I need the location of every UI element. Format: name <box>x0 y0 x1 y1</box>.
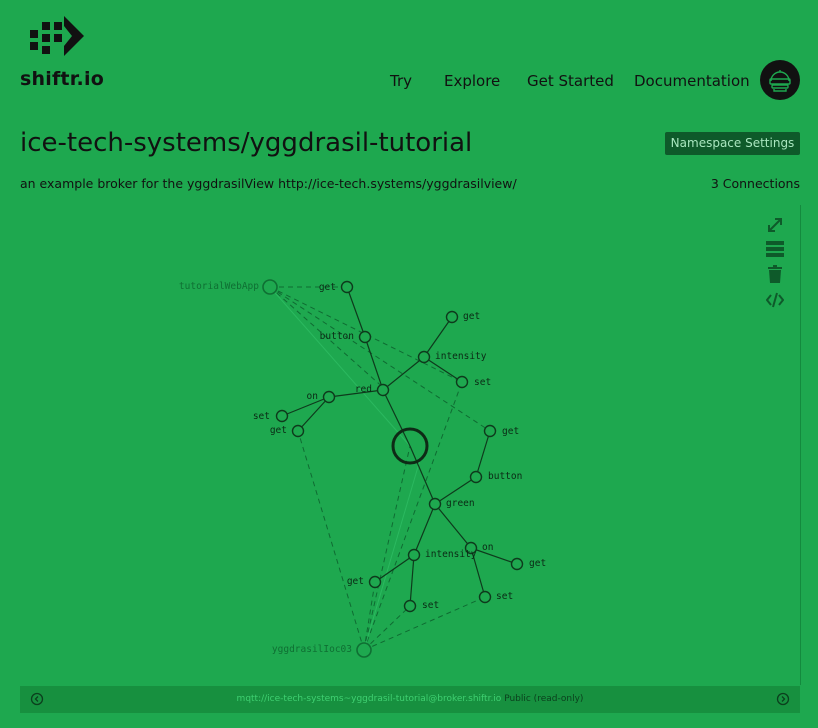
nav-try[interactable]: Try <box>390 72 412 90</box>
graph-canvas[interactable]: tutorialWebApp yggdrasilIoc03 get button… <box>20 205 800 685</box>
fullscreen-icon[interactable] <box>766 216 784 234</box>
topic-label: get <box>529 558 546 569</box>
topic-label: set <box>496 591 513 602</box>
client-label: tutorialWebApp <box>179 281 259 292</box>
broker-url[interactable]: mqtt://ice-tech-systems~yggdrasil-tutori… <box>237 694 502 704</box>
topic-label: set <box>422 600 439 611</box>
nav-get-started[interactable]: Get Started <box>527 72 614 90</box>
topic-label: get <box>270 425 287 436</box>
topic-label: intensity <box>435 351 487 362</box>
access-mode: Public (read-only) <box>504 694 584 704</box>
shiftr-logo-icon <box>30 16 84 56</box>
topic-label: on <box>307 391 318 402</box>
broker-footer: mqtt://ice-tech-systems~yggdrasil-tutori… <box>20 686 800 713</box>
topic-label: get <box>347 576 364 587</box>
topic-label: intensity <box>425 549 477 560</box>
topic-graph[interactable]: tutorialWebApp yggdrasilIoc03 get button… <box>20 205 801 685</box>
nav-explore[interactable]: Explore <box>444 72 500 90</box>
connections-count: 3 Connections <box>710 176 800 191</box>
client-label: yggdrasilIoc03 <box>272 644 352 655</box>
topic-label: get <box>319 282 336 293</box>
layout-list-icon[interactable] <box>766 240 784 258</box>
arrow-right-circle-icon[interactable] <box>776 692 790 706</box>
brand-logo[interactable]: shiftr.io <box>20 14 104 94</box>
topic-label: get <box>463 311 480 322</box>
embed-code-icon[interactable] <box>766 291 784 309</box>
namespace-description: an example broker for the yggdrasilView … <box>20 176 517 191</box>
client-node[interactable] <box>356 642 372 658</box>
topic-label: set <box>474 377 491 388</box>
topic-label: get <box>502 426 519 437</box>
nav-documentation[interactable]: Documentation <box>634 72 750 90</box>
topic-label: button <box>320 331 354 342</box>
user-avatar[interactable] <box>760 60 800 100</box>
page-title: ice-tech-systems/yggdrasil-tutorial <box>20 128 473 158</box>
arrow-left-circle-icon[interactable] <box>30 692 44 706</box>
client-node[interactable] <box>262 279 278 295</box>
trash-icon[interactable] <box>766 265 784 283</box>
robot-avatar-icon <box>769 70 791 92</box>
topic-label: set <box>253 411 270 422</box>
namespace-settings-button[interactable]: Namespace Settings <box>665 132 800 155</box>
topic-label: on <box>482 542 493 553</box>
topic-label: red <box>355 384 372 395</box>
topic-label: green <box>446 498 475 509</box>
brand-name: shiftr.io <box>20 68 104 90</box>
topic-label: button <box>488 471 522 482</box>
